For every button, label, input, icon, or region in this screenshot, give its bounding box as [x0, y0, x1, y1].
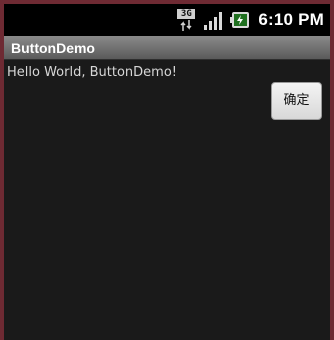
status-bar: 3G 6:10 PM [4, 4, 330, 36]
app-title: ButtonDemo [11, 40, 95, 56]
battery-charging-icon [230, 12, 250, 28]
3g-data-icon: 3G [177, 9, 199, 31]
data-arrows-icon [180, 20, 192, 31]
network-type-badge: 3G [177, 9, 196, 19]
status-icons: 3G 6:10 PM [177, 9, 324, 31]
emulator-screen: 3G 6:10 PM ButtonDemo Hello World, Butto… [4, 4, 330, 340]
title-bar: ButtonDemo [4, 36, 330, 60]
signal-strength-icon [204, 10, 224, 30]
hello-text: Hello World, ButtonDemo! [7, 65, 177, 80]
charging-bolt-icon [237, 15, 244, 25]
status-clock: 6:10 PM [258, 10, 324, 29]
confirm-button[interactable]: 确定 [271, 82, 322, 120]
